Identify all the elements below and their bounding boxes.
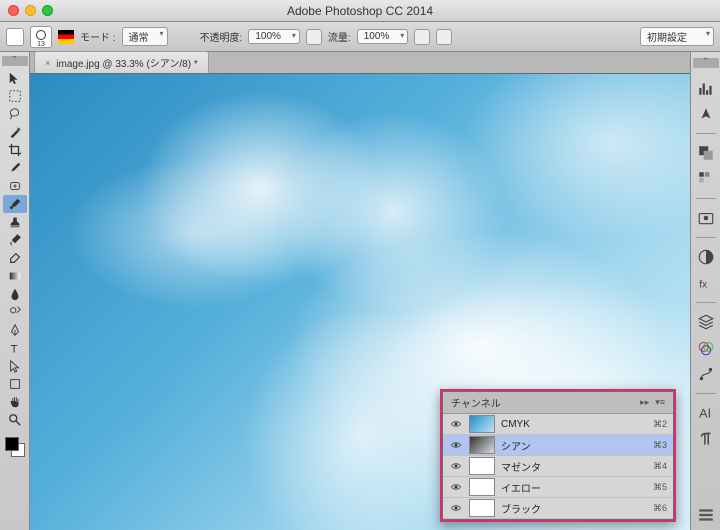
channel-shortcut: ⌘6 — [653, 503, 667, 514]
marquee-tool[interactable] — [3, 87, 27, 105]
opacity-pressure-icon[interactable] — [306, 29, 322, 45]
swatches-icon[interactable] — [697, 170, 715, 188]
channel-row-magenta[interactable]: マゼンタ ⌘4 — [443, 456, 673, 477]
channel-thumbnail — [469, 499, 495, 517]
tools-grip[interactable] — [2, 56, 28, 66]
libraries-icon[interactable] — [697, 209, 715, 227]
options-bar: モード : 通常 不透明度: 100% 流量: 100% 初期設定 — [0, 22, 720, 52]
workspace-select[interactable]: 初期設定 — [640, 27, 714, 46]
type-tool[interactable]: T — [3, 339, 27, 357]
channel-shortcut: ⌘2 — [653, 419, 667, 430]
document-tabs: × image.jpg @ 33.3% (シアン/8) * — [30, 52, 690, 74]
app-title: Adobe Photoshop CC 2014 — [0, 4, 720, 18]
channel-name: イエロー — [501, 480, 647, 495]
channel-thumbnail — [469, 457, 495, 475]
wand-tool[interactable] — [3, 123, 27, 141]
visibility-icon[interactable] — [449, 438, 463, 452]
flow-label: 流量: — [328, 29, 351, 44]
channel-shortcut: ⌘4 — [653, 461, 667, 472]
crop-tool[interactable] — [3, 141, 27, 159]
color-icon[interactable] — [697, 144, 715, 162]
hand-tool[interactable] — [3, 393, 27, 411]
channel-thumbnail — [469, 478, 495, 496]
dock-grip[interactable] — [693, 58, 719, 68]
channels-panel-header[interactable]: チャンネル ▸▸ ▾≡ — [443, 392, 673, 414]
channel-name: CMYK — [501, 419, 647, 430]
collapse-dock-icon[interactable] — [697, 506, 715, 524]
stamp-tool[interactable] — [3, 213, 27, 231]
eraser-tool[interactable] — [3, 249, 27, 267]
channel-name: ブラック — [501, 501, 647, 516]
opacity-input[interactable]: 100% — [248, 29, 300, 44]
move-tool[interactable] — [3, 69, 27, 87]
brush-preset-icon[interactable] — [6, 28, 24, 46]
channel-thumbnail — [469, 415, 495, 433]
character-icon[interactable]: A — [697, 404, 715, 422]
svg-text:T: T — [10, 343, 17, 355]
tool-palette: T — [0, 52, 30, 530]
channel-row-yellow[interactable]: イエロー ⌘5 — [443, 477, 673, 498]
visibility-icon[interactable] — [449, 480, 463, 494]
gradient-tool[interactable] — [3, 267, 27, 285]
channel-name: マゼンタ — [501, 459, 647, 474]
brush-tool[interactable] — [3, 195, 27, 213]
zoom-tool[interactable] — [3, 411, 27, 429]
styles-icon[interactable]: fx — [697, 274, 715, 292]
layers-icon[interactable] — [697, 313, 715, 331]
histogram-icon[interactable] — [697, 79, 715, 97]
opacity-label: 不透明度: — [200, 29, 243, 44]
brush-panel-icon[interactable] — [58, 30, 74, 44]
blur-tool[interactable] — [3, 285, 27, 303]
svg-text:A: A — [699, 407, 708, 421]
close-tab-icon[interactable]: × — [45, 58, 50, 68]
panel-menu-icon[interactable]: ▾≡ — [655, 397, 665, 408]
paragraph-icon[interactable] — [697, 430, 715, 448]
color-swatches[interactable] — [3, 435, 27, 459]
mode-label: モード : — [80, 29, 116, 44]
mode-select[interactable]: 通常 — [122, 27, 168, 46]
airbrush-icon[interactable] — [414, 29, 430, 45]
brush-size-picker[interactable] — [30, 26, 52, 48]
history-brush-tool[interactable] — [3, 231, 27, 249]
svg-text:fx: fx — [699, 280, 707, 291]
paths-icon[interactable] — [697, 365, 715, 383]
visibility-icon[interactable] — [449, 501, 463, 515]
title-bar: Adobe Photoshop CC 2014 — [0, 0, 720, 22]
navigator-icon[interactable] — [697, 105, 715, 123]
document-tab-label: image.jpg @ 33.3% (シアン/8) * — [56, 55, 197, 70]
adjustments-icon[interactable] — [697, 248, 715, 266]
document-tab[interactable]: × image.jpg @ 33.3% (シアン/8) * — [34, 51, 209, 73]
channel-row-cmyk[interactable]: CMYK ⌘2 — [443, 414, 673, 435]
channel-shortcut: ⌘3 — [653, 440, 667, 451]
channel-row-cyan[interactable]: シアン ⌘3 — [443, 435, 673, 456]
channel-shortcut: ⌘5 — [653, 482, 667, 493]
visibility-icon[interactable] — [449, 417, 463, 431]
right-dock: fx A — [690, 52, 720, 530]
pen-tool[interactable] — [3, 321, 27, 339]
flow-input[interactable]: 100% — [357, 29, 409, 44]
size-pressure-icon[interactable] — [436, 29, 452, 45]
channel-row-black[interactable]: ブラック ⌘6 — [443, 498, 673, 519]
lasso-tool[interactable] — [3, 105, 27, 123]
channel-name: シアン — [501, 438, 647, 453]
dodge-tool[interactable] — [3, 303, 27, 321]
channel-thumbnail — [469, 436, 495, 454]
eyedropper-tool[interactable] — [3, 159, 27, 177]
channels-icon[interactable] — [697, 339, 715, 357]
channels-panel-title: チャンネル — [451, 395, 501, 410]
heal-tool[interactable] — [3, 177, 27, 195]
visibility-icon[interactable] — [449, 459, 463, 473]
path-select-tool[interactable] — [3, 357, 27, 375]
channels-panel: チャンネル ▸▸ ▾≡ CMYK ⌘2 シアン ⌘3 マゼンタ ⌘4 イエロー … — [440, 389, 676, 522]
shape-tool[interactable] — [3, 375, 27, 393]
panel-collapse-icon[interactable]: ▸▸ — [640, 397, 649, 408]
